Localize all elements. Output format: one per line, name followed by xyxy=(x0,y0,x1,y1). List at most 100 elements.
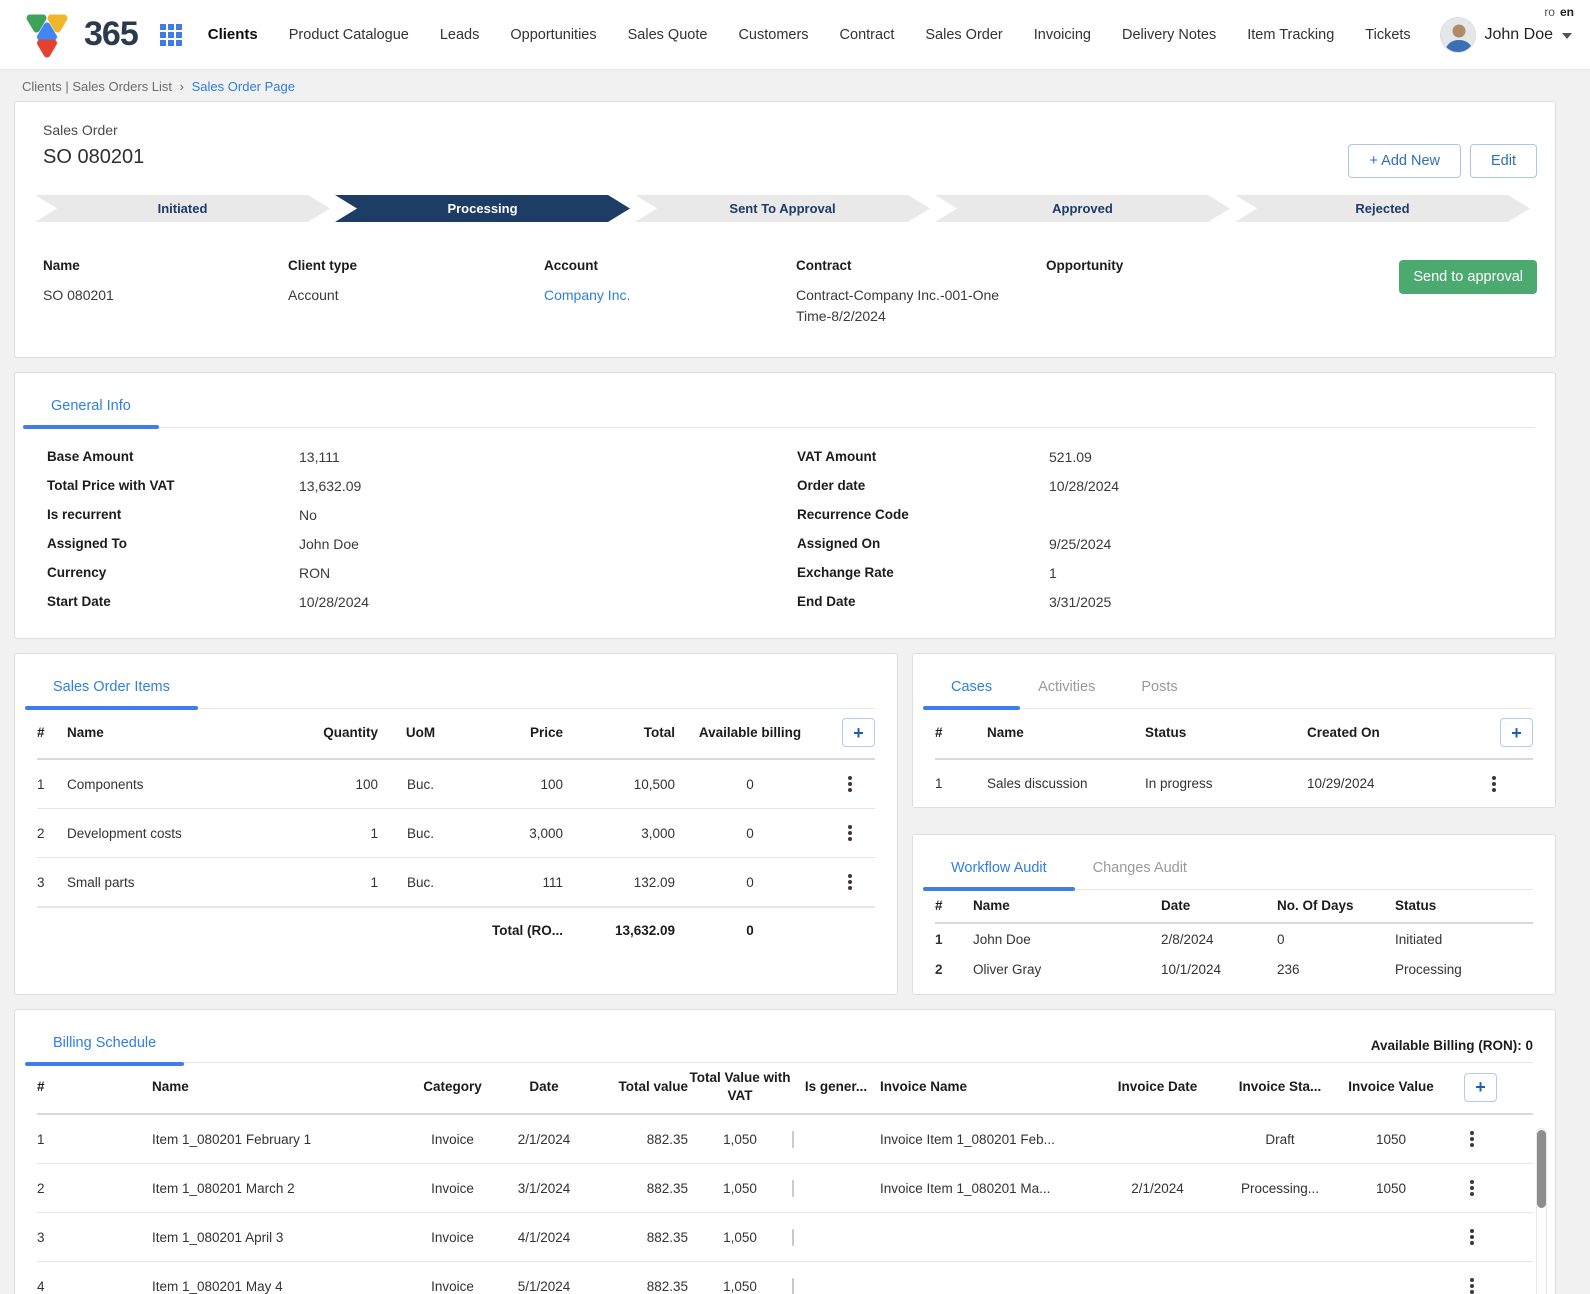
add-item-button[interactable]: + xyxy=(842,718,875,747)
col-is-generated: Is gener... xyxy=(792,1078,880,1096)
cell-category: Invoice xyxy=(405,1181,500,1196)
row-menu-kebab-icon[interactable] xyxy=(1447,1186,1497,1190)
lang-ro[interactable]: ro xyxy=(1544,5,1555,19)
info-value: John Doe xyxy=(299,536,785,552)
nav-item[interactable]: Invoicing xyxy=(1034,27,1091,43)
col-status: Status xyxy=(1395,898,1533,913)
info-label: Is recurrent xyxy=(47,507,299,522)
row-menu-kebab-icon[interactable] xyxy=(1447,1137,1497,1141)
row-menu-kebab-icon[interactable] xyxy=(1455,782,1533,786)
nav-item[interactable]: Product Catalogue xyxy=(289,27,409,43)
cases-tab[interactable]: Cases xyxy=(949,668,994,708)
row-menu-kebab-icon[interactable] xyxy=(1447,1284,1497,1288)
workflow-stepper: InitiatedProcessingSent To ApprovalAppro… xyxy=(35,195,1535,222)
col-total-value: Total value xyxy=(588,1078,688,1096)
info-row: Start Date 10/28/2024 xyxy=(35,587,785,616)
order-summary-fields: Name SO 080201 Client type Account Accou… xyxy=(35,258,1535,327)
audit-tab[interactable]: Changes Audit xyxy=(1091,849,1189,889)
nav-item[interactable]: Tickets xyxy=(1365,27,1410,43)
info-label: Currency xyxy=(47,565,299,580)
app-grid-icon[interactable] xyxy=(160,24,182,46)
workflow-step[interactable]: Initiated xyxy=(35,195,330,222)
row-menu-kebab-icon[interactable] xyxy=(1447,1235,1497,1239)
billing-scrollbar-thumb[interactable] xyxy=(1537,1130,1546,1208)
breadcrumb-current[interactable]: Sales Order Page xyxy=(192,79,295,94)
row-menu-kebab-icon[interactable] xyxy=(825,880,875,884)
col-total: Total xyxy=(563,725,675,740)
nav-item[interactable]: Sales Order xyxy=(925,27,1002,43)
workflow-step[interactable]: Approved xyxy=(935,195,1230,222)
col-date: Date xyxy=(1161,898,1277,913)
info-value: No xyxy=(299,507,785,523)
col-price: Price xyxy=(463,725,563,740)
info-label: Base Amount xyxy=(47,449,299,464)
row-menu-kebab-icon[interactable] xyxy=(825,831,875,835)
billing-scrollbar[interactable] xyxy=(1536,1128,1547,1294)
cases-tab[interactable]: Activities xyxy=(1036,668,1097,708)
workflow-step[interactable]: Processing xyxy=(335,195,630,222)
cell-date: 2/1/2024 xyxy=(500,1132,588,1147)
send-to-approval-button[interactable]: Send to approval xyxy=(1399,260,1537,294)
item-row: 2 Development costs 1 Buc. 3,000 3,000 0 xyxy=(37,809,875,858)
col-uom: UoM xyxy=(378,725,463,740)
col-invoice-value: Invoice Value xyxy=(1335,1078,1447,1096)
caret-down-icon xyxy=(1562,33,1572,39)
cell-quantity: 1 xyxy=(273,875,378,890)
add-new-button[interactable]: + Add New xyxy=(1348,144,1461,178)
tab-general-info[interactable]: General Info xyxy=(49,387,133,427)
tab-billing-schedule[interactable]: Billing Schedule xyxy=(51,1024,158,1064)
cell-invoice-name: Invoice Item 1_080201 Feb... xyxy=(880,1132,1090,1147)
cell-total-value: 882.35 xyxy=(588,1181,688,1196)
cases-tab[interactable]: Posts xyxy=(1139,668,1179,708)
workflow-step[interactable]: Sent To Approval xyxy=(635,195,930,222)
user-menu[interactable]: John Doe xyxy=(1440,17,1573,53)
audit-tab[interactable]: Workflow Audit xyxy=(949,849,1049,889)
info-value: 10/28/2024 xyxy=(299,594,785,610)
workflow-step[interactable]: Rejected xyxy=(1235,195,1530,222)
info-label: Recurrence Code xyxy=(797,507,1049,522)
cell-num: 3 xyxy=(37,1230,97,1245)
entity-type-label: Sales Order xyxy=(35,122,1535,138)
col-num: # xyxy=(37,725,67,740)
add-billing-item-button[interactable]: + xyxy=(1464,1073,1497,1102)
col-name: Name xyxy=(67,725,273,740)
cell-price: 100 xyxy=(463,777,563,792)
is-generated-checkbox[interactable] xyxy=(792,1229,794,1246)
col-num: # xyxy=(935,898,973,913)
col-quantity: Quantity xyxy=(273,725,378,740)
cell-invoice-status: Draft xyxy=(1225,1132,1335,1147)
account-link[interactable]: Company Inc. xyxy=(544,285,754,306)
tab-sales-order-items[interactable]: Sales Order Items xyxy=(51,668,172,708)
edit-button[interactable]: Edit xyxy=(1470,144,1537,178)
cell-status: Initiated xyxy=(1395,932,1533,947)
is-generated-checkbox[interactable] xyxy=(792,1131,794,1148)
available-billing-summary: Available Billing (RON): 0 xyxy=(1371,1038,1533,1053)
nav-item[interactable]: Contract xyxy=(840,27,895,43)
nav-item[interactable]: Sales Quote xyxy=(628,27,708,43)
billing-row: 2 Item 1_080201 March 2 Invoice 3/1/2024… xyxy=(37,1164,1533,1213)
total-available: 0 xyxy=(675,923,825,938)
row-menu-kebab-icon[interactable] xyxy=(825,782,875,786)
cell-category: Invoice xyxy=(405,1279,500,1294)
audit-table-header: # Name Date No. Of Days Status xyxy=(935,890,1533,924)
nav-item[interactable]: Customers xyxy=(738,27,808,43)
nav-item[interactable]: Leads xyxy=(440,27,480,43)
add-case-button[interactable]: + xyxy=(1500,718,1533,747)
nav-item[interactable]: Opportunities xyxy=(510,27,596,43)
field-value: Account xyxy=(288,285,498,306)
is-generated-checkbox[interactable] xyxy=(792,1180,794,1197)
nav-item[interactable]: Clients xyxy=(208,26,258,43)
app-logo[interactable]: 365 xyxy=(20,9,138,61)
info-label: Assigned To xyxy=(47,536,299,551)
breadcrumb-trail[interactable]: Clients | Sales Orders List xyxy=(22,79,172,94)
lang-en[interactable]: en xyxy=(1560,5,1574,19)
billing-table-header: # Name Category Date Total value Total V… xyxy=(37,1063,1533,1115)
language-switcher[interactable]: roen xyxy=(1544,5,1574,19)
cell-num: 2 xyxy=(935,962,973,977)
cell-invoice-value: 1050 xyxy=(1335,1181,1447,1196)
billing-row: 3 Item 1_080201 April 3 Invoice 4/1/2024… xyxy=(37,1213,1533,1262)
col-invoice-name: Invoice Name xyxy=(880,1078,1090,1096)
nav-item[interactable]: Item Tracking xyxy=(1247,27,1334,43)
is-generated-checkbox[interactable] xyxy=(792,1278,794,1294)
nav-item[interactable]: Delivery Notes xyxy=(1122,27,1216,43)
